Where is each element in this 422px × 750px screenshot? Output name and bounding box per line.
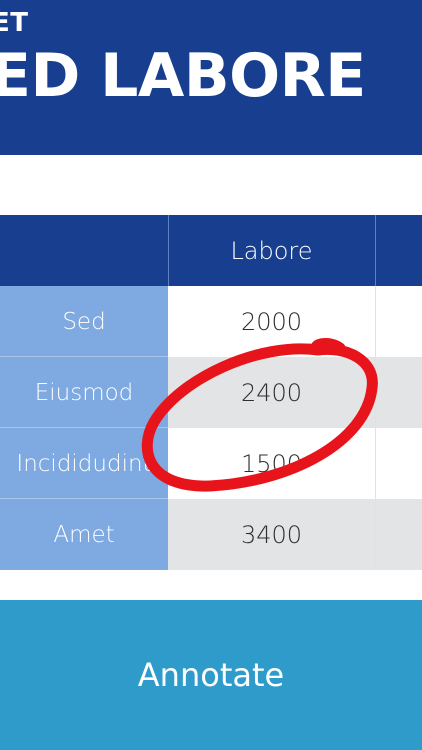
cell-divider: [375, 357, 376, 428]
annotate-button[interactable]: Annotate: [0, 600, 422, 750]
page-title: ED LABORE: [0, 41, 366, 111]
header-eyebrow: ET: [0, 8, 29, 38]
column-header-labore[interactable]: Labore: [168, 215, 375, 286]
row-value[interactable]: 2400: [168, 357, 375, 428]
cell-divider: [375, 499, 376, 570]
table-row[interactable]: Amet 3400: [0, 499, 422, 570]
row-value[interactable]: 2000: [168, 286, 375, 357]
row-label: Eiusmod: [0, 357, 168, 428]
row-value[interactable]: 3400: [168, 499, 375, 570]
data-table: Labore Sed 2000 Eiusmod 2400 Incididudin…: [0, 215, 422, 570]
row-label: Amet: [0, 499, 168, 570]
page-header: ET ED LABORE: [0, 0, 422, 155]
row-label: Sed: [0, 286, 168, 357]
table-row[interactable]: Incididudint 1500: [0, 428, 422, 499]
table-row[interactable]: Eiusmod 2400: [0, 357, 422, 428]
table-row[interactable]: Sed 2000: [0, 286, 422, 357]
row-label: Incididudint: [0, 428, 168, 499]
column-divider: [375, 215, 376, 286]
cell-divider: [375, 428, 376, 499]
cell-divider: [375, 286, 376, 357]
row-value[interactable]: 1500: [168, 428, 375, 499]
table-header-row: Labore: [0, 215, 422, 286]
